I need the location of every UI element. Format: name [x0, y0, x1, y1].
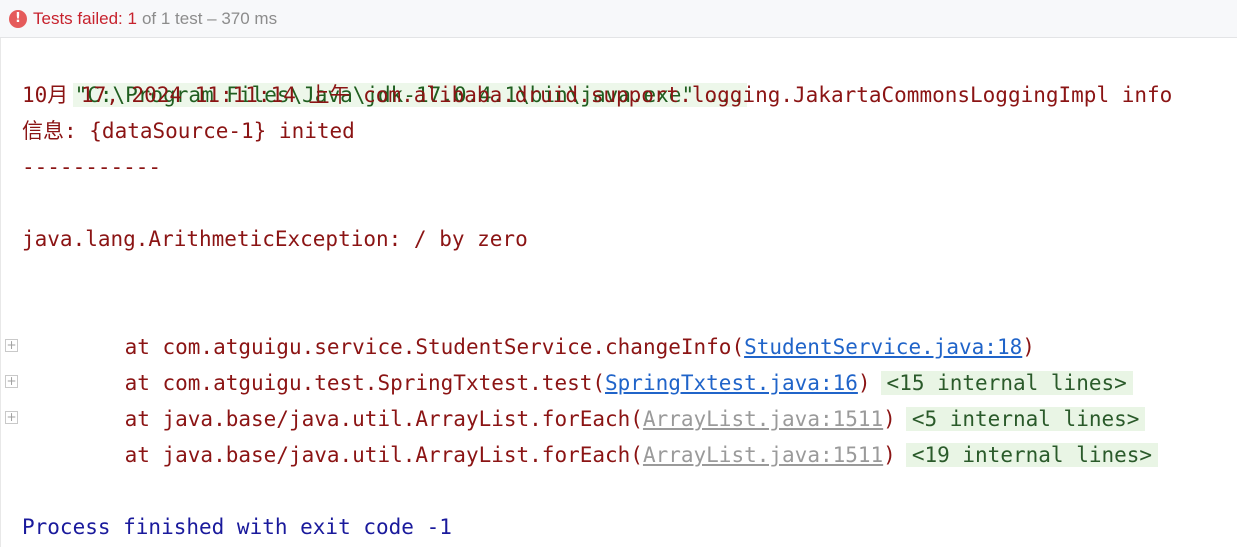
stack-frame-method: at java.base/java.util.ArrayList.forEach…	[124, 443, 643, 467]
stack-frame: at com.atguigu.test.SpringTxtest.test(Sp…	[22, 329, 1133, 395]
test-status-bar: ! Tests failed: 1 of 1 test – 370 ms	[0, 0, 1237, 38]
command-line-row: "C:\Program Files\Java\jdk-17.0.4.1\bin\…	[22, 41, 747, 107]
log-line: 10月 17, 2024 11:11:14 上午 com.alibaba.dru…	[22, 83, 1173, 107]
test-summary-label: of 1 test – 370 ms	[141, 8, 278, 28]
log-line: 信息: {dataSource-1} inited	[22, 119, 355, 143]
expand-icon[interactable]: +	[5, 339, 18, 352]
console-output[interactable]: "C:\Program Files\Java\jdk-17.0.4.1\bin\…	[0, 40, 1237, 547]
source-link[interactable]: ArrayList.java:1511	[643, 443, 883, 467]
separator-line: -----------	[22, 155, 162, 179]
stack-frame-close: )	[883, 443, 896, 467]
error-icon: !	[9, 9, 27, 28]
tests-failed-label: Tests failed: 1	[33, 8, 137, 28]
stack-frame: at java.base/java.util.ArrayList.forEach…	[22, 365, 1146, 431]
expand-icon[interactable]: +	[5, 375, 18, 388]
expand-icon[interactable]: +	[5, 411, 18, 424]
exit-status-line: Process finished with exit code -1	[22, 515, 452, 539]
stack-frame: at java.base/java.util.ArrayList.forEach…	[22, 401, 1159, 467]
internal-lines-fold[interactable]: <19 internal lines>	[905, 443, 1159, 467]
stack-frame: at com.atguigu.service.StudentService.ch…	[22, 293, 1035, 359]
exception-line: java.lang.ArithmeticException: / by zero	[22, 227, 528, 251]
